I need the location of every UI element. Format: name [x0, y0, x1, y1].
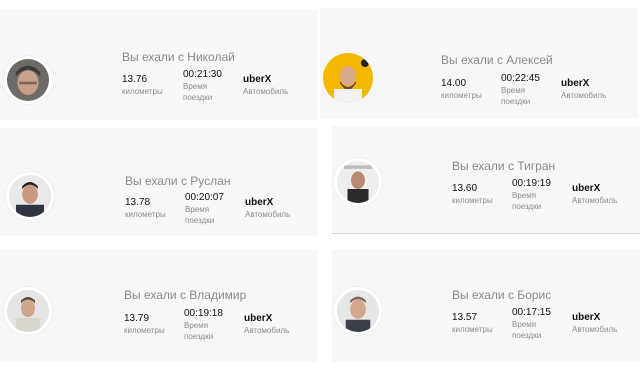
duration-stat: 00:17:15 Время поездки	[512, 307, 551, 340]
driver-avatar	[334, 287, 382, 335]
trip-card[interactable]: Вы ехали с Тигран 13.60 километры 00:19:1…	[332, 126, 640, 234]
distance-stat: 13.60 километры	[452, 183, 493, 205]
duration-stat: 00:20:07 Время поездки	[185, 192, 224, 225]
driver-avatar	[323, 53, 373, 103]
distance-stat: 13.78 километры	[125, 197, 166, 219]
driver-photo-icon	[337, 161, 379, 203]
driver-title: Вы ехали с Николай	[122, 50, 235, 64]
vehicle-stat: uberX Автомобиль	[572, 183, 618, 205]
vehicle-stat: uberX Автомобиль	[245, 197, 291, 219]
trip-card[interactable]: Вы ехали с Николай 13.76 километры 00:21:…	[0, 10, 317, 120]
trip-card[interactable]: Вы ехали с Борис 13.57 километры 00:17:15…	[332, 250, 640, 362]
driver-photo-icon	[323, 53, 373, 103]
trip-card[interactable]: Вы ехали с Руслан 13.78 километры 00:20:0…	[0, 128, 317, 236]
duration-stat: 00:22:45 Время поездки	[501, 73, 540, 106]
duration-stat: 00:19:19 Время поездки	[512, 178, 551, 211]
trip-card[interactable]: Вы ехали с Алексей 14.00 километры 00:22:…	[320, 8, 638, 118]
driver-title: Вы ехали с Руслан	[125, 174, 231, 188]
vehicle-stat: uberX Автомобиль	[572, 312, 618, 334]
driver-photo-icon	[337, 290, 379, 332]
duration-stat: 00:21:30 Время поездки	[183, 69, 222, 102]
driver-title: Вы ехали с Тигран	[452, 159, 556, 173]
driver-photo-icon	[7, 290, 49, 332]
duration-stat: 00:19:18 Время поездки	[184, 308, 223, 341]
trip-card[interactable]: Вы ехали с Владимир 13.79 километры 00:19…	[0, 250, 317, 362]
driver-title: Вы ехали с Алексей	[441, 53, 553, 67]
driver-avatar	[4, 56, 52, 104]
driver-avatar	[334, 158, 382, 206]
distance-stat: 14.00 километры	[441, 78, 482, 100]
distance-stat: 13.79 километры	[124, 313, 165, 335]
driver-photo-icon	[9, 175, 51, 217]
driver-avatar	[4, 287, 52, 335]
driver-title: Вы ехали с Борис	[452, 288, 552, 302]
distance-stat: 13.57 километры	[452, 312, 493, 334]
vehicle-stat: uberX Автомобиль	[244, 313, 290, 335]
distance-stat: 13.76 километры	[122, 74, 163, 96]
vehicle-stat: uberX Автомобиль	[561, 78, 607, 100]
driver-avatar	[6, 172, 54, 220]
driver-title: Вы ехали с Владимир	[124, 288, 247, 302]
vehicle-stat: uberX Автомобиль	[243, 74, 289, 96]
driver-photo-icon	[7, 59, 49, 101]
